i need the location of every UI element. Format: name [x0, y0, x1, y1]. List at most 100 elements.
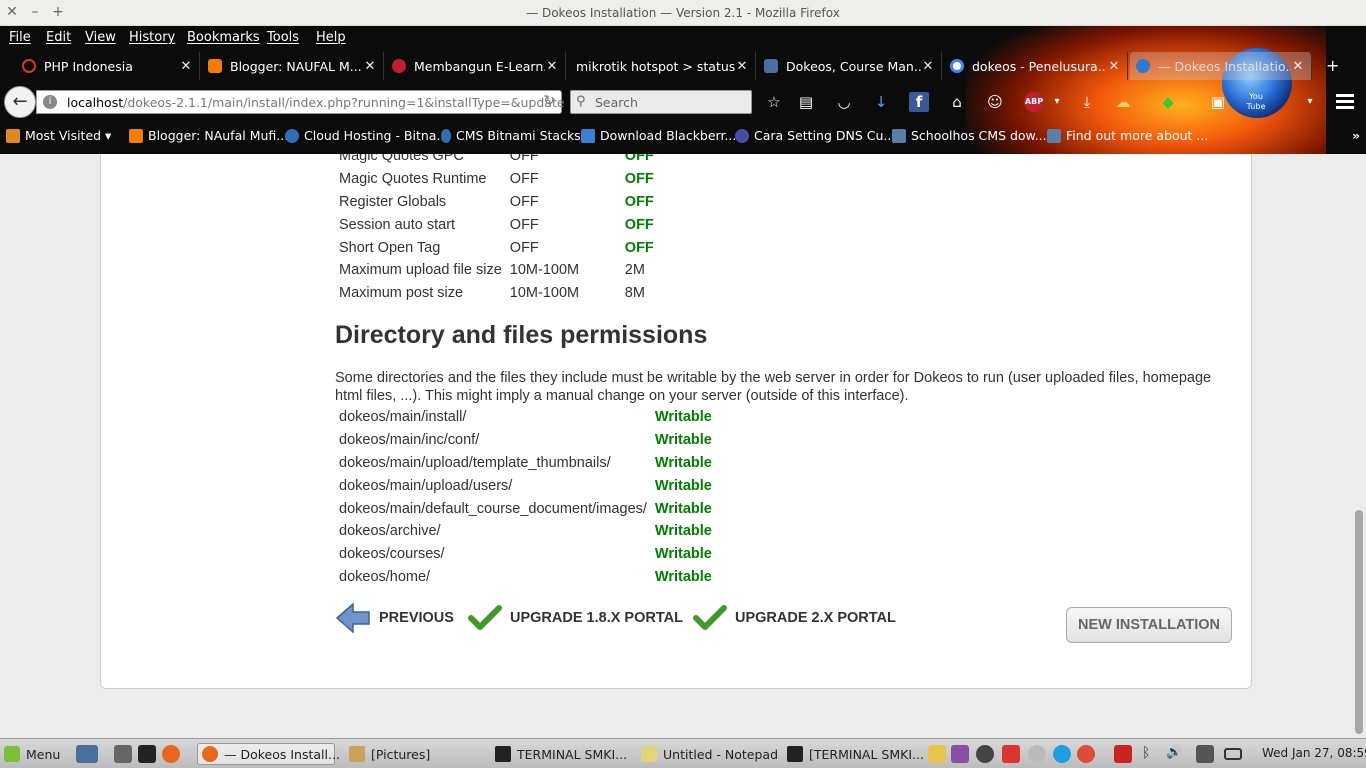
bookmark-star-icon[interactable]: ☆ — [764, 92, 784, 112]
skype-icon[interactable] — [1053, 745, 1071, 763]
tab-close-icon[interactable]: ✕ — [363, 59, 377, 74]
new-installation-button[interactable]: NEW INSTALLATION — [1066, 607, 1232, 643]
bookmark-cloud-hosting[interactable]: Cloud Hosting - Bitna... — [285, 128, 448, 143]
bookmark-most-visited[interactable]: Most Visited ▾ — [6, 128, 111, 143]
tab-dokeos-course[interactable]: Dokeos, Course Man... ✕ — [758, 52, 942, 80]
file-manager-launcher-icon[interactable] — [114, 745, 132, 763]
cube-addon-icon[interactable]: ◆ — [1158, 92, 1178, 112]
bookmark-schoolhos[interactable]: Schoolhos CMS dow... — [892, 128, 1047, 143]
check-icon — [693, 605, 727, 630]
site-info-icon[interactable]: i — [43, 95, 57, 109]
start-menu-button[interactable]: Menu — [4, 743, 60, 765]
tab-php-indonesia[interactable]: PHP Indonesia ✕ — [16, 52, 200, 80]
tray-text-icon[interactable] — [1002, 745, 1020, 763]
tab-close-icon[interactable]: ✕ — [1291, 59, 1305, 74]
url-bar[interactable]: i localhost/dokeos-2.1.1/main/install/in… — [36, 90, 565, 114]
tab-close-icon[interactable]: ✕ — [545, 59, 559, 74]
bluetooth-icon[interactable]: ᛒ — [1142, 745, 1160, 763]
page-scrollbar[interactable] — [1352, 154, 1366, 738]
back-button[interactable]: ← — [4, 86, 36, 118]
url-text[interactable]: localhost/dokeos-2.1.1/main/install/inde… — [67, 95, 565, 110]
search-bar[interactable]: ⚲ Search — [570, 90, 752, 114]
setting-recommended: OFF — [509, 193, 539, 210]
taskbar-item-firefox[interactable]: — Dokeos Install... — [197, 743, 340, 765]
network-icon[interactable] — [1196, 745, 1214, 763]
battery-icon[interactable] — [1224, 748, 1242, 760]
setting-row: Magic Quotes Runtime OFF OFF — [335, 168, 658, 191]
menu-hamburger-icon[interactable] — [1336, 94, 1354, 112]
show-desktop-icon[interactable] — [76, 745, 98, 763]
terminal-launcher-icon[interactable] — [138, 745, 156, 763]
downloads-panel-icon[interactable]: ⤓ — [1077, 92, 1097, 112]
google-icon — [950, 59, 964, 73]
addon-icon[interactable]: ☁ — [1113, 92, 1133, 112]
tab-google-search[interactable]: dokeos - Penelusura... ✕ — [944, 52, 1128, 80]
tray-app-icon[interactable] — [928, 745, 946, 763]
security-shield-icon[interactable] — [1114, 745, 1132, 763]
tab-dokeos-installation[interactable]: — Dokeos Installatio... ✕ — [1130, 52, 1312, 80]
download-icon[interactable]: ↓ — [871, 92, 891, 112]
upgrade-18x-portal-button[interactable]: UPGRADE 1.8.X PORTAL — [468, 600, 683, 636]
menu-help[interactable]: Help — [316, 30, 346, 45]
setting-recommended: 10M-100M — [509, 285, 580, 302]
new-tab-button[interactable]: + — [1326, 56, 1339, 75]
setting-name: Maximum post size — [339, 285, 464, 302]
bookmark-find-out-more[interactable]: Find out more about ... — [1047, 128, 1208, 143]
bookmark-cms-bitnami[interactable]: CMS Bitnami Stacks — [441, 128, 581, 143]
tray-camera-icon[interactable] — [976, 745, 994, 763]
tab-close-icon[interactable]: ✕ — [1107, 59, 1121, 74]
menu-tools[interactable]: Tools — [267, 30, 299, 45]
menu-file[interactable]: File — [9, 30, 31, 45]
addon-dropdown-icon[interactable]: ▾ — [1300, 92, 1320, 112]
camera-icon[interactable]: ▣ — [1208, 92, 1228, 112]
permission-path: dokeos/main/default_course_document/imag… — [339, 500, 647, 517]
youtube-icon[interactable]: You Tube — [1246, 92, 1266, 112]
taskbar-item-terminal-2[interactable]: [TERMINAL SMKI... — [787, 743, 924, 765]
menu-bar: File Edit View History Bookmarks Tools H… — [0, 26, 1366, 50]
menu-bookmarks[interactable]: Bookmarks — [187, 30, 260, 45]
reading-list-icon[interactable]: ▤ — [796, 92, 816, 112]
php-settings-table: Magic Quotes GPC OFF OFF Magic Quotes Runti… — [335, 154, 658, 305]
window-title: — Dokeos Installation — Version 2.1 - Mo… — [526, 6, 840, 20]
taskbar-item-pictures[interactable]: [Pictures] — [349, 743, 430, 765]
permission-status: Writable — [654, 500, 712, 517]
facebook-icon[interactable]: f — [909, 92, 929, 112]
home-icon[interactable]: ⌂ — [947, 92, 967, 112]
search-placeholder: Search — [595, 95, 638, 110]
pocket-icon[interactable]: ◡ — [834, 92, 854, 112]
tray-settings-icon[interactable] — [1028, 745, 1046, 763]
tab-blogger[interactable]: Blogger: NAUFAL M... ✕ — [202, 52, 384, 80]
setting-row: Magic Quotes GPC OFF OFF — [335, 154, 658, 168]
reload-icon[interactable]: ↻ — [543, 93, 555, 109]
adblock-dropdown-icon[interactable]: ▾ — [1047, 92, 1067, 112]
permission-status: Writable — [654, 546, 712, 563]
bookmark-download-blackberry[interactable]: Download Blackberr... — [581, 128, 736, 143]
taskbar-item-notepad[interactable]: Untitled - Notepad — [641, 743, 778, 765]
taskbar-item-terminal-1[interactable]: TERMINAL SMKI... — [495, 743, 627, 765]
check-icon — [468, 605, 502, 630]
upgrade-2x-portal-button[interactable]: UPGRADE 2.X PORTAL — [693, 600, 896, 636]
scrollbar-thumb[interactable] — [1355, 510, 1363, 734]
chrome-icon[interactable] — [1077, 745, 1095, 763]
bookmark-blogger[interactable]: Blogger: NAufal Mufi... — [129, 128, 288, 143]
bookmarks-overflow-button[interactable]: » — [1352, 128, 1360, 143]
permission-row: dokeos/main/upload/users/Writable — [335, 474, 716, 497]
tab-close-icon[interactable]: ✕ — [179, 59, 193, 74]
setting-recommended: 10M-100M — [509, 262, 580, 279]
tray-media-icon[interactable] — [951, 745, 969, 763]
chat-icon[interactable]: ☺ — [985, 92, 1005, 112]
menu-view[interactable]: View — [85, 30, 116, 45]
tab-membangun-elearning[interactable]: Membangun E-Learn... ✕ — [386, 52, 566, 80]
adblock-plus-icon[interactable]: ABP — [1024, 92, 1044, 112]
tab-close-icon[interactable]: ✕ — [921, 59, 935, 74]
menu-edit[interactable]: Edit — [46, 30, 71, 45]
previous-button[interactable]: PREVIOUS — [335, 600, 454, 636]
volume-icon[interactable]: 🔊 — [1166, 745, 1184, 763]
tab-mikrotik-hotspot[interactable]: mikrotik hotspot > status ✕ — [568, 52, 756, 80]
tab-close-icon[interactable]: ✕ — [735, 59, 749, 74]
permission-status: Writable — [654, 409, 712, 426]
bookmark-dns-setting[interactable]: Cara Setting DNS Cu... — [735, 128, 895, 143]
firefox-launcher-icon[interactable] — [162, 745, 180, 763]
blogger-icon — [129, 128, 143, 143]
menu-history[interactable]: History — [129, 30, 175, 45]
